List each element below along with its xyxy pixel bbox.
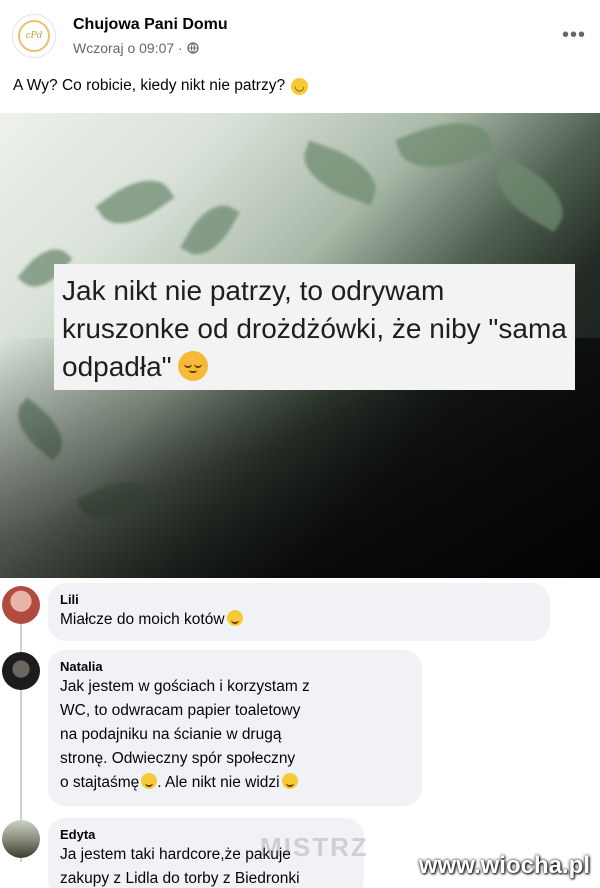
post-caption: A Wy? Co robicie, kiedy nikt nie patrzy?… [13, 77, 309, 95]
avatar[interactable] [2, 586, 40, 624]
comment-author[interactable]: Natalia [60, 658, 410, 675]
post-header: cPd Chujowa Pani Domu Wczoraj o 09:07 · … [0, 0, 600, 70]
comment-bubble: Lili Miałcze do moich kotów [48, 583, 550, 641]
relieved-face-emoji-icon [177, 351, 208, 381]
leaf-decoration [95, 166, 175, 238]
comment-text: Miałcze do moich kotów [60, 608, 538, 632]
grinning-emoji-icon [141, 773, 158, 789]
comment-text-tail: . Ale nikt nie widzi [157, 774, 280, 791]
page-avatar[interactable]: cPd [12, 14, 56, 58]
post-image[interactable]: Jak nikt nie patrzy, to odrywam kruszonk… [0, 113, 600, 578]
leaf-decoration [180, 195, 240, 265]
quote-text: Jak nikt nie patrzy, to odrywam kruszonk… [62, 275, 567, 382]
post-timestamp[interactable]: Wczoraj o 09:07 · [73, 40, 183, 56]
avatar[interactable] [2, 820, 40, 858]
ghost-watermark: MISTRZ [260, 832, 369, 862]
leaf-decoration [484, 155, 576, 233]
comment-text: Jak jestem w gościach i korzystam z WC, … [60, 675, 410, 795]
comment-text-body: Miałcze do moich kotów [60, 611, 225, 628]
page-logo-text: cPd [25, 31, 43, 41]
more-options-button[interactable]: ••• [562, 24, 586, 47]
quote-box: Jak nikt nie patrzy, to odrywam kruszonk… [54, 264, 575, 390]
avatar[interactable] [2, 652, 40, 690]
comment-bubble: Natalia Jak jestem w gościach i korzysta… [48, 650, 422, 806]
leaf-decoration [395, 113, 495, 182]
page-name[interactable]: Chujowa Pani Domu [73, 16, 228, 34]
post-meta: Wczoraj o 09:07 · [73, 40, 199, 56]
globe-icon [187, 42, 199, 54]
leaf-decoration [295, 140, 385, 206]
page-logo: cPd [18, 20, 50, 52]
watermark: www.wiocha.pl [418, 852, 590, 879]
laughing-tears-emoji-icon [226, 610, 243, 626]
comment-author[interactable]: Lili [60, 591, 538, 608]
caption-text: A Wy? Co robicie, kiedy nikt nie patrzy? [13, 77, 286, 94]
grinning-emoji-icon [281, 773, 298, 789]
slightly-smiling-emoji-icon: ◡ [291, 77, 309, 95]
